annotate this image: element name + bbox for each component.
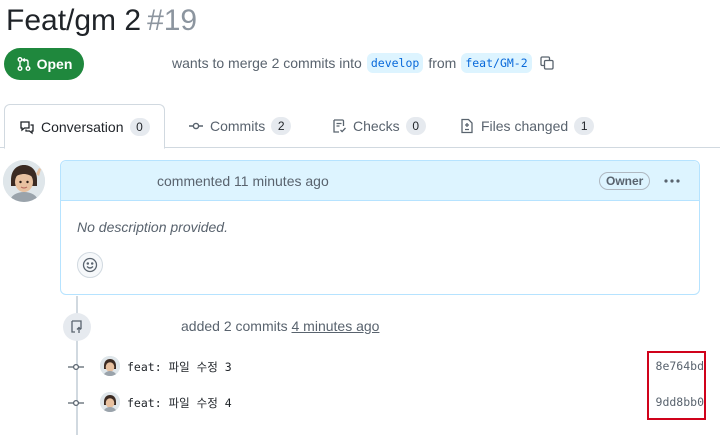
tab-commits-label: Commits xyxy=(210,118,266,134)
git-pull-request-icon xyxy=(17,57,31,71)
comment-header: commented 11 minutes ago Owner xyxy=(61,161,699,201)
author-avatar[interactable] xyxy=(3,160,45,202)
repo-push-icon xyxy=(63,313,91,341)
tab-conversation[interactable]: Conversation 0 xyxy=(4,104,165,149)
git-commit-icon xyxy=(189,122,203,130)
comment-timestamp[interactable]: commented 11 minutes ago xyxy=(157,173,329,189)
tab-conversation-count: 0 xyxy=(129,117,150,136)
git-commit-icon xyxy=(68,363,84,371)
base-branch[interactable]: develop xyxy=(366,53,424,73)
commit-message[interactable]: feat: 파일 수정 4 xyxy=(127,395,232,411)
smiley-icon xyxy=(82,257,98,273)
comment-discussion-icon xyxy=(20,120,34,134)
pr-title: Feat/gm 2 xyxy=(6,4,142,37)
kebab-horizontal-icon[interactable] xyxy=(661,171,683,191)
tab-checks-count: 0 xyxy=(405,117,426,135)
head-branch[interactable]: feat/GM-2 xyxy=(461,53,532,73)
pr-description-comment: commented 11 minutes ago Owner No descri… xyxy=(60,160,700,295)
git-commit-icon xyxy=(68,399,84,407)
event-text: added 2 commits xyxy=(181,318,288,334)
tab-commits-count: 2 xyxy=(271,117,292,135)
checklist-icon xyxy=(333,119,346,133)
tab-checks[interactable]: Checks 0 xyxy=(331,104,426,148)
commit-author-avatar[interactable] xyxy=(100,356,120,376)
copy-icon[interactable] xyxy=(539,55,555,71)
tab-files-changed[interactable]: Files changed 1 xyxy=(459,104,595,148)
sha-highlight-box xyxy=(647,351,706,420)
merge-text: wants to merge 2 commits into xyxy=(172,55,362,71)
tab-conversation-label: Conversation xyxy=(41,118,124,135)
commit-author-avatar[interactable] xyxy=(100,392,120,412)
file-diff-icon xyxy=(461,118,473,134)
add-reaction-button[interactable] xyxy=(77,252,103,278)
pr-merge-info: wants to merge 2 commits into develop fr… xyxy=(172,53,555,73)
commit-message[interactable]: feat: 파일 수정 3 xyxy=(127,359,232,375)
owner-badge: Owner xyxy=(599,172,651,190)
pr-state-label: Open xyxy=(36,56,73,72)
event-time-link[interactable]: 4 minutes ago xyxy=(292,318,380,334)
commit-row: feat: 파일 수정 4 9dd8bb0 xyxy=(66,391,706,415)
pr-tab-bar: Conversation 0 Commits 2 Checks 0 Files … xyxy=(0,104,720,149)
pr-number: #19 xyxy=(147,4,198,37)
avatar-illustration xyxy=(3,160,45,202)
pr-state-badge: Open xyxy=(4,48,84,80)
commit-row: feat: 파일 수정 3 8e764bd xyxy=(66,355,706,379)
tab-files-changed-count: 1 xyxy=(574,117,595,135)
comment-body: No description provided. xyxy=(77,219,228,235)
tab-checks-label: Checks xyxy=(353,118,400,134)
pr-title-row: Feat/gm 2 #19 xyxy=(6,4,197,38)
from-text: from xyxy=(428,55,457,71)
tab-files-changed-label: Files changed xyxy=(481,118,569,134)
commits-added-event: added 2 commits 4 minutes ago xyxy=(181,318,379,334)
tab-commits[interactable]: Commits 2 xyxy=(188,104,292,148)
